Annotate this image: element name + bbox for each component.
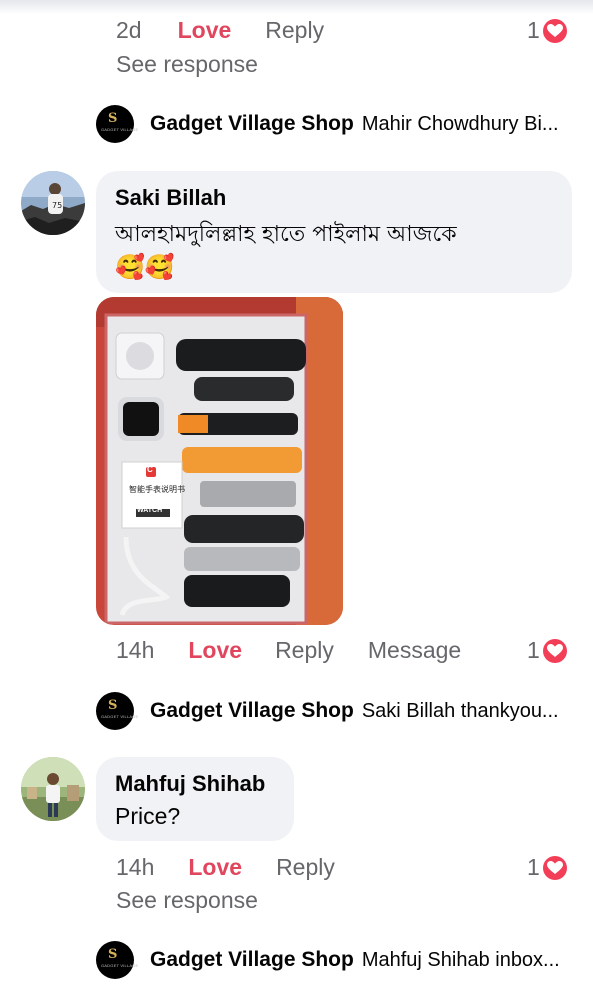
- see-response-link[interactable]: See response: [116, 887, 258, 914]
- page-reply-author[interactable]: Gadget Village Shop: [150, 948, 354, 972]
- comment-bubble[interactable]: Mahfuj Shihab Price?: [96, 757, 294, 841]
- comment-time: 14h: [116, 854, 155, 880]
- shop-logo-letter: S: [108, 111, 118, 126]
- comment-text: Price?: [115, 803, 181, 829]
- see-response-link[interactable]: See response: [116, 51, 258, 78]
- love-button[interactable]: Love: [188, 637, 242, 664]
- comment-author[interactable]: Saki Billah: [115, 185, 226, 211]
- page-reply-author[interactable]: Gadget Village Shop: [150, 699, 354, 723]
- page-reply-text: Saki Billah thankyou...: [361, 699, 559, 722]
- shop-logo-text: GADGET VILLAGE: [101, 714, 139, 719]
- love-button[interactable]: Love: [178, 17, 232, 44]
- comment-bubble[interactable]: Saki Billah আলহামদুলিল্লাহ হাতে পাইলাম আ…: [96, 171, 572, 293]
- heart-icon: [542, 18, 567, 43]
- avatar[interactable]: 75: [21, 171, 85, 235]
- scroll-edge-shadow: [0, 0, 593, 14]
- comment-author[interactable]: Mahfuj Shihab: [115, 771, 265, 797]
- page-reply-text: Mahfuj Shihab inbox...: [361, 948, 560, 971]
- reply-button[interactable]: Reply: [275, 637, 334, 664]
- heart-icon: [542, 855, 567, 880]
- heart-icon: [542, 638, 567, 663]
- reaction-count[interactable]: 1: [527, 637, 567, 664]
- shop-logo-letter: S: [108, 698, 118, 713]
- reply-button[interactable]: Reply: [276, 854, 335, 881]
- page-reply-text: Mahir Chowdhury Bi...: [361, 112, 559, 135]
- shop-logo-text: GADGET VILLAGE: [101, 963, 139, 968]
- emoji-text: 🥰🥰: [115, 254, 175, 281]
- shop-logo-text: GADGET VILLAGE: [101, 127, 139, 132]
- reaction-count-value: 1: [527, 637, 540, 663]
- message-button[interactable]: Message: [368, 637, 461, 664]
- comment-actions-1: 2d Love Reply: [116, 17, 324, 44]
- comment-time: 2d: [116, 17, 142, 43]
- comment-actions-3: 14h Love Reply: [116, 854, 335, 881]
- reaction-count-value: 1: [527, 854, 540, 880]
- page-reply-2[interactable]: S GADGET VILLAGE Gadget Village Shop Sak…: [96, 692, 559, 730]
- reaction-count[interactable]: 1: [527, 854, 567, 881]
- comment-time: 14h: [116, 637, 155, 663]
- page-reply-author[interactable]: Gadget Village Shop: [150, 112, 354, 136]
- comment-photo[interactable]: C WATCH 智能手表说明书: [96, 297, 343, 625]
- comment-actions-2: 14h Love Reply Message: [116, 637, 461, 664]
- svg-text:75: 75: [52, 201, 62, 210]
- reply-button[interactable]: Reply: [265, 17, 324, 44]
- shop-avatar[interactable]: S GADGET VILLAGE: [96, 941, 139, 979]
- reaction-count-value: 1: [527, 17, 540, 43]
- page-reply-1[interactable]: S GADGET VILLAGE Gadget Village Shop Mah…: [96, 105, 559, 143]
- shop-logo-letter: S: [108, 947, 118, 962]
- reaction-count[interactable]: 1: [527, 17, 567, 44]
- love-button[interactable]: Love: [188, 854, 242, 881]
- shop-avatar[interactable]: S GADGET VILLAGE: [96, 692, 139, 730]
- page-reply-3[interactable]: S GADGET VILLAGE Gadget Village Shop Mah…: [96, 941, 560, 979]
- shop-avatar[interactable]: S GADGET VILLAGE: [96, 105, 139, 143]
- photo-manual-text: 智能手表说明书: [129, 485, 185, 494]
- comment-text: আলহামদুলিল্লাহ হাতে পাইলাম আজকে: [115, 222, 457, 247]
- photo-badge-text: C: [147, 465, 153, 474]
- avatar[interactable]: [21, 757, 85, 821]
- photo-watch-text: WATCH: [137, 507, 163, 514]
